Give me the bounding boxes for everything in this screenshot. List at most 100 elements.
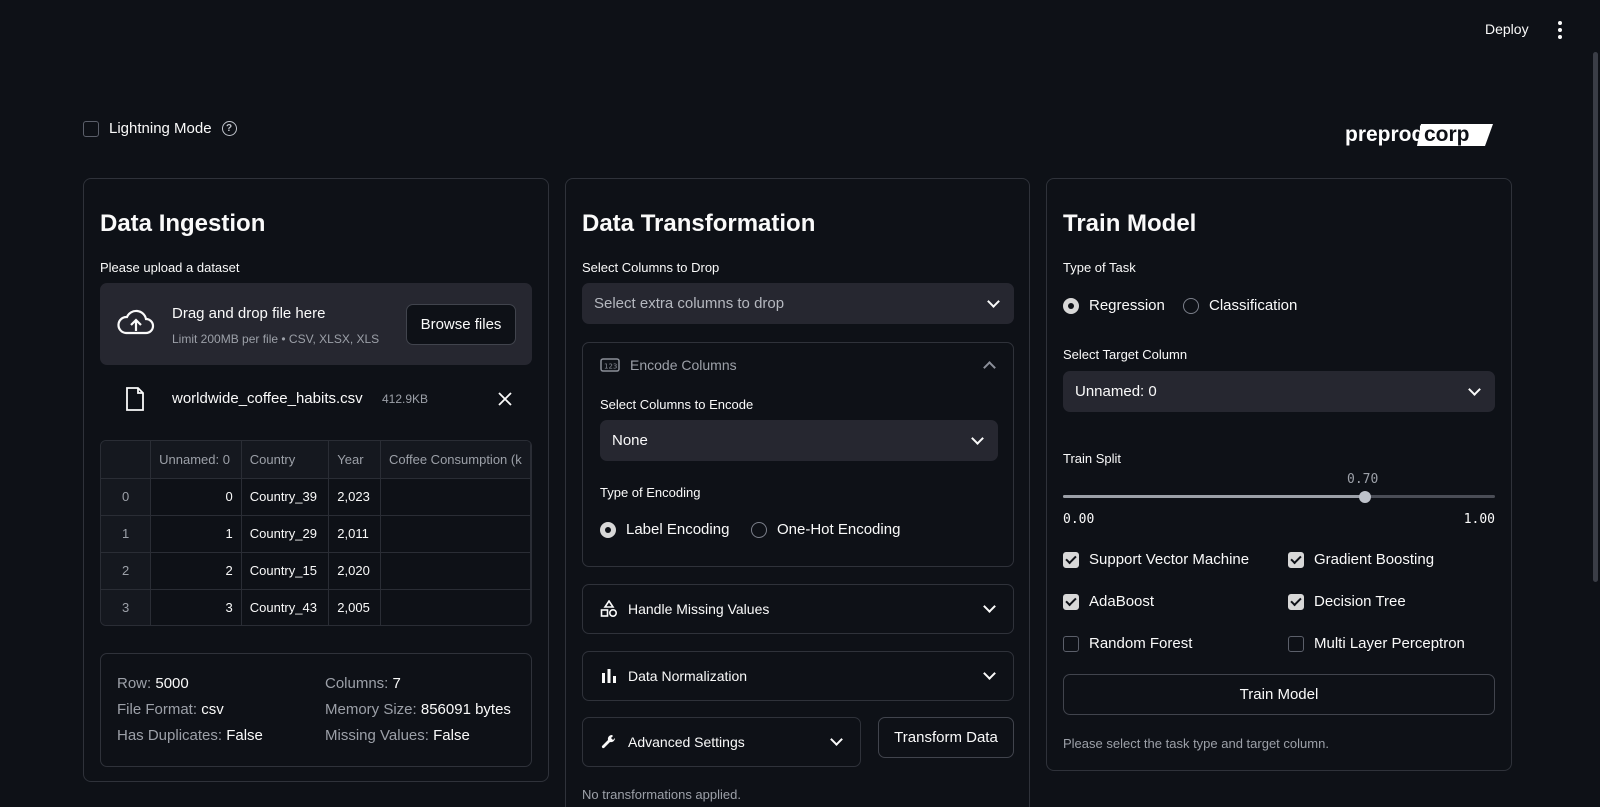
chevron-down-icon: [830, 733, 843, 746]
stat-columns: Columns: 7: [325, 675, 401, 692]
stat-file-format: File Format: csv: [117, 701, 224, 718]
model-checkbox-decision-tree[interactable]: Decision Tree: [1288, 593, 1406, 610]
encode-columns-select[interactable]: None: [600, 420, 998, 461]
table-cell[interactable]: Country_29: [241, 515, 330, 553]
adaboost-checkbox[interactable]: [1063, 593, 1079, 610]
table-cell[interactable]: [380, 478, 531, 516]
svg-text:123: 123: [604, 363, 617, 371]
model-checkbox-mlp[interactable]: Multi Layer Perceptron: [1288, 635, 1465, 652]
table-cell[interactable]: 2,011: [328, 515, 381, 553]
table-cell[interactable]: [380, 589, 531, 625]
table-cell[interactable]: [380, 515, 531, 553]
kebab-menu-icon[interactable]: [1550, 18, 1570, 42]
dropzone-limit: Limit 200MB per file • CSV, XLSX, XLS: [172, 332, 380, 346]
onehot-encoding-option[interactable]: One-Hot Encoding: [751, 521, 900, 538]
cloud-upload-icon: [117, 309, 155, 335]
file-name: worldwide_coffee_habits.csv: [172, 390, 363, 407]
data-transformation-title: Data Transformation: [582, 210, 816, 237]
drop-columns-select[interactable]: Select extra columns to drop: [582, 283, 1014, 324]
table-cell[interactable]: [380, 552, 531, 590]
encode-columns-label: Select Columns to Encode: [600, 397, 754, 412]
model-checkbox-gradient-boosting[interactable]: Gradient Boosting: [1288, 551, 1434, 568]
stat-rows: Row: 5000: [117, 675, 189, 692]
train-model-button[interactable]: Train Model: [1063, 674, 1495, 715]
model-checkbox-svm[interactable]: Support Vector Machine: [1063, 551, 1249, 568]
random-forest-checkbox[interactable]: [1063, 635, 1079, 652]
stat-duplicates: Has Duplicates: False: [117, 727, 263, 744]
decision-tree-checkbox[interactable]: [1288, 593, 1304, 610]
table-cell[interactable]: Country_15: [241, 552, 330, 590]
table-cell[interactable]: Country_43: [241, 589, 330, 625]
regression-radio[interactable]: [1063, 297, 1079, 314]
train-split-label: Train Split: [1063, 451, 1122, 466]
classification-option[interactable]: Classification: [1183, 297, 1297, 314]
page-scrollbar[interactable]: [1593, 52, 1598, 582]
transform-status: No transformations applied.: [582, 787, 741, 802]
model-checkbox-random-forest[interactable]: Random Forest: [1063, 635, 1192, 652]
normalization-expander[interactable]: Data Normalization: [582, 651, 1014, 701]
table-cell[interactable]: 3: [150, 589, 242, 625]
dataset-stats: Row: 5000 Columns: 7 File Format: csv Me…: [100, 653, 532, 767]
gradient-boosting-checkbox[interactable]: [1288, 551, 1304, 568]
file-dropzone[interactable]: Drag and drop file here Limit 200MB per …: [100, 283, 532, 365]
remove-file-icon[interactable]: [498, 392, 512, 406]
uploaded-file-row: worldwide_coffee_habits.csv 412.9KB: [100, 380, 532, 416]
table-header-row: Unnamed: 0 Country Year Coffee Consumpti…: [101, 441, 531, 479]
svm-checkbox[interactable]: [1063, 551, 1079, 568]
target-column-select[interactable]: Unnamed: 0: [1063, 371, 1495, 412]
lightning-mode-checkbox[interactable]: [83, 120, 99, 137]
table-row: 2 2 Country_15 2,020: [101, 552, 531, 590]
lightning-mode-toggle[interactable]: Lightning Mode ?: [83, 120, 237, 137]
table-cell[interactable]: 2: [150, 552, 242, 590]
chevron-down-icon: [983, 600, 996, 613]
label-encoding-option[interactable]: Label Encoding: [600, 521, 729, 538]
table-row: 0 0 Country_39 2,023: [101, 478, 531, 516]
table-row: 3 3 Country_43 2,005: [101, 589, 531, 625]
encode-columns-header[interactable]: 123 Encode Columns: [600, 357, 998, 374]
column-header[interactable]: Unnamed: 0: [150, 441, 242, 479]
table-cell[interactable]: 1: [150, 515, 242, 553]
transform-data-button[interactable]: Transform Data: [878, 717, 1014, 758]
label-encoding-radio[interactable]: [600, 521, 616, 538]
advanced-settings-expander[interactable]: Advanced Settings: [582, 717, 861, 767]
column-header[interactable]: Year: [328, 441, 381, 479]
drop-columns-label: Select Columns to Drop: [582, 260, 720, 275]
file-icon: [126, 387, 144, 411]
help-icon[interactable]: ?: [221, 121, 237, 136]
classification-label: Classification: [1209, 297, 1298, 314]
slider-thumb[interactable]: [1359, 491, 1371, 503]
preprodcorp-logo: preprod corp: [1345, 118, 1495, 153]
mlp-checkbox[interactable]: [1288, 635, 1304, 652]
table-cell[interactable]: 0: [150, 478, 242, 516]
adaboost-label: AdaBoost: [1089, 593, 1155, 610]
data-ingestion-title: Data Ingestion: [100, 210, 266, 237]
normalization-header[interactable]: Data Normalization: [600, 667, 998, 685]
deploy-button[interactable]: Deploy: [1479, 19, 1535, 39]
slider-min: 0.00: [1063, 512, 1095, 527]
classification-radio[interactable]: [1183, 297, 1199, 314]
browse-files-button[interactable]: Browse files: [406, 304, 516, 345]
missing-values-header[interactable]: Handle Missing Values: [600, 600, 998, 618]
table-cell[interactable]: 2,005: [328, 589, 381, 625]
encode-columns-expander: 123 Encode Columns Select Columns to Enc…: [582, 342, 1014, 567]
train-hint: Please select the task type and target c…: [1063, 736, 1329, 751]
slider-fill: [1063, 495, 1365, 498]
onehot-encoding-radio[interactable]: [751, 521, 767, 538]
missing-values-expander[interactable]: Handle Missing Values: [582, 584, 1014, 634]
svm-label: Support Vector Machine: [1089, 551, 1250, 568]
chevron-down-icon: [983, 667, 996, 680]
number-input-icon: 123: [600, 358, 620, 372]
table-cell[interactable]: 2,020: [328, 552, 381, 590]
column-header[interactable]: Coffee Consumption (k: [380, 441, 531, 479]
lightning-mode-label: Lightning Mode: [109, 120, 212, 137]
regression-option[interactable]: Regression: [1063, 297, 1165, 314]
advanced-settings-header[interactable]: Advanced Settings: [600, 733, 845, 751]
chevron-up-icon: [983, 361, 996, 374]
table-cell[interactable]: 2,023: [328, 478, 381, 516]
dataframe-preview[interactable]: Unnamed: 0 Country Year Coffee Consumpti…: [100, 440, 532, 626]
train-split-slider[interactable]: 0.70 0.00 1.00: [1063, 468, 1495, 528]
table-cell[interactable]: Country_39: [241, 478, 330, 516]
chevron-down-icon: [971, 431, 984, 445]
column-header[interactable]: Country: [241, 441, 330, 479]
model-checkbox-adaboost[interactable]: AdaBoost: [1063, 593, 1154, 610]
